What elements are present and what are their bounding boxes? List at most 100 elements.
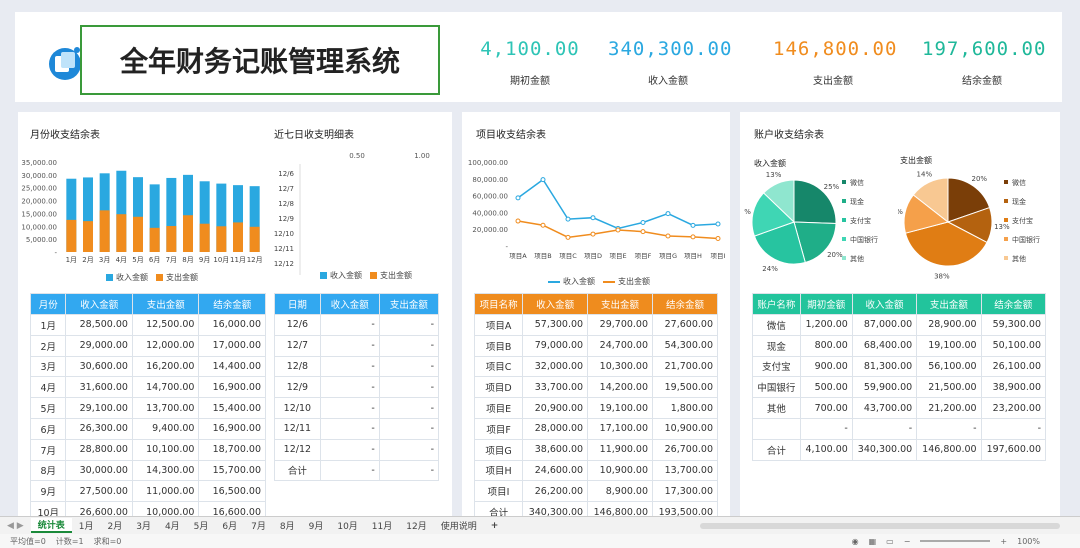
table-cell[interactable]: 57,300.00 bbox=[522, 314, 589, 336]
tab-month[interactable]: 6月 bbox=[215, 519, 244, 532]
table-cell[interactable]: - bbox=[378, 459, 440, 482]
table-cell[interactable]: 3月 bbox=[29, 355, 67, 378]
table-cell[interactable]: 68,400.00 bbox=[851, 334, 918, 357]
table-cell[interactable]: 30,600.00 bbox=[65, 355, 133, 378]
tab-month[interactable]: 12月 bbox=[399, 519, 433, 532]
table-cell[interactable]: 500.00 bbox=[799, 376, 853, 399]
table-cell[interactable]: 800.00 bbox=[799, 334, 853, 357]
table-cell[interactable]: 197,600.00 bbox=[980, 438, 1047, 461]
table-cell[interactable]: 项目E bbox=[473, 397, 524, 419]
table-cell[interactable]: 项目D bbox=[473, 376, 524, 399]
table-cell[interactable]: 27,500.00 bbox=[65, 480, 133, 503]
table-cell[interactable]: 23,200.00 bbox=[980, 397, 1047, 419]
table-cell[interactable]: 8月 bbox=[29, 459, 67, 482]
table-cell[interactable]: - bbox=[851, 417, 918, 440]
grid-view-icon[interactable]: ▦ bbox=[869, 537, 877, 546]
table-cell[interactable]: 12/11 bbox=[274, 417, 321, 440]
table-cell[interactable]: 10,100.00 bbox=[131, 438, 200, 461]
table-cell[interactable]: 12/9 bbox=[274, 376, 321, 399]
table-cell[interactable]: - bbox=[378, 417, 440, 440]
table-cell[interactable]: 12/6 bbox=[274, 314, 321, 336]
table-cell[interactable]: - bbox=[378, 355, 440, 378]
table-cell[interactable]: - bbox=[378, 314, 440, 336]
table-cell[interactable]: 合计 bbox=[274, 459, 321, 482]
table-cell[interactable]: 29,100.00 bbox=[65, 397, 133, 419]
table-cell[interactable]: 28,900.00 bbox=[916, 314, 982, 336]
table-cell[interactable]: 21,200.00 bbox=[916, 397, 982, 419]
table-cell[interactable]: 12,000.00 bbox=[131, 334, 200, 357]
table-cell[interactable]: 26,300.00 bbox=[65, 417, 133, 440]
table-cell[interactable]: 2月 bbox=[29, 334, 67, 357]
eye-icon[interactable]: ◉ bbox=[852, 537, 859, 546]
tab-month[interactable]: 7月 bbox=[244, 519, 273, 532]
table-cell[interactable]: 146,800.00 bbox=[916, 438, 982, 461]
table-cell[interactable]: 17,000.00 bbox=[198, 334, 266, 357]
table-cell[interactable]: 支付宝 bbox=[752, 355, 801, 378]
table-cell[interactable]: 1,800.00 bbox=[652, 397, 718, 419]
table-cell[interactable]: 26,100.00 bbox=[980, 355, 1047, 378]
table-cell[interactable]: - bbox=[319, 438, 380, 461]
table-cell[interactable]: 26,700.00 bbox=[652, 438, 718, 461]
table-cell[interactable]: - bbox=[319, 417, 380, 440]
table-cell[interactable]: 11,900.00 bbox=[587, 438, 654, 461]
table-cell[interactable]: - bbox=[319, 397, 380, 419]
table-cell[interactable]: 59,900.00 bbox=[851, 376, 918, 399]
table-cell[interactable]: 1,200.00 bbox=[799, 314, 853, 336]
table-cell[interactable]: 26,200.00 bbox=[522, 480, 589, 503]
table-cell[interactable]: 项目F bbox=[473, 417, 524, 440]
table-cell[interactable]: 项目C bbox=[473, 355, 524, 378]
table-cell[interactable]: - bbox=[980, 417, 1047, 440]
table-cell[interactable]: 9月 bbox=[29, 480, 67, 503]
table-cell[interactable]: 20,900.00 bbox=[522, 397, 589, 419]
table-cell[interactable]: 16,900.00 bbox=[198, 376, 266, 399]
table-cell[interactable]: - bbox=[916, 417, 982, 440]
table-cell[interactable]: 29,000.00 bbox=[65, 334, 133, 357]
tab-instructions[interactable]: 使用说明 bbox=[434, 519, 484, 532]
table-cell[interactable]: 27,600.00 bbox=[652, 314, 718, 336]
table-cell[interactable]: - bbox=[799, 417, 853, 440]
table-cell[interactable]: 21,500.00 bbox=[916, 376, 982, 399]
table-cell[interactable]: 12/8 bbox=[274, 355, 321, 378]
table-cell[interactable]: - bbox=[378, 397, 440, 419]
table-cell[interactable]: 其他 bbox=[752, 397, 801, 419]
table-cell[interactable]: 28,800.00 bbox=[65, 438, 133, 461]
table-cell[interactable]: 项目A bbox=[473, 314, 524, 336]
table-cell[interactable]: 54,300.00 bbox=[652, 334, 718, 357]
add-sheet-icon[interactable]: + bbox=[484, 521, 506, 531]
table-cell[interactable]: 56,100.00 bbox=[916, 355, 982, 378]
table-cell[interactable]: 17,300.00 bbox=[652, 480, 718, 503]
table-cell[interactable]: 33,700.00 bbox=[522, 376, 589, 399]
table-cell[interactable]: 14,200.00 bbox=[587, 376, 654, 399]
zoom-slider[interactable] bbox=[920, 540, 991, 542]
table-cell[interactable]: 43,700.00 bbox=[851, 397, 918, 419]
table-cell[interactable]: 4月 bbox=[29, 376, 67, 399]
table-cell[interactable]: 28,000.00 bbox=[522, 417, 589, 440]
page-view-icon[interactable]: ▭ bbox=[886, 537, 894, 546]
table-cell[interactable]: 59,300.00 bbox=[980, 314, 1047, 336]
table-cell[interactable]: 13,700.00 bbox=[652, 459, 718, 482]
zoom-in-icon[interactable]: + bbox=[1000, 537, 1007, 546]
table-cell[interactable]: 12/12 bbox=[274, 438, 321, 461]
table-cell[interactable]: - bbox=[378, 334, 440, 357]
table-cell[interactable]: 14,300.00 bbox=[131, 459, 200, 482]
table-cell[interactable]: 16,000.00 bbox=[198, 314, 266, 336]
table-cell[interactable]: - bbox=[319, 334, 380, 357]
table-cell[interactable]: 11,000.00 bbox=[131, 480, 200, 503]
table-cell[interactable]: 16,200.00 bbox=[131, 355, 200, 378]
table-cell[interactable]: 10,900.00 bbox=[587, 459, 654, 482]
tab-month[interactable]: 4月 bbox=[158, 519, 187, 532]
tab-month[interactable]: 5月 bbox=[187, 519, 216, 532]
table-cell[interactable] bbox=[752, 417, 801, 440]
tab-month[interactable]: 2月 bbox=[100, 519, 129, 532]
table-cell[interactable]: 38,600.00 bbox=[522, 438, 589, 461]
table-cell[interactable]: 6月 bbox=[29, 417, 67, 440]
table-cell[interactable]: 32,000.00 bbox=[522, 355, 589, 378]
table-cell[interactable]: 14,400.00 bbox=[198, 355, 266, 378]
sheet-nav[interactable]: ◀ ▶ bbox=[0, 521, 31, 531]
table-cell[interactable]: 10,900.00 bbox=[652, 417, 718, 440]
table-cell[interactable]: - bbox=[378, 438, 440, 461]
table-cell[interactable]: - bbox=[319, 376, 380, 399]
table-cell[interactable]: 项目G bbox=[473, 438, 524, 461]
tab-active[interactable]: 统计表 bbox=[30, 518, 72, 533]
table-cell[interactable]: 16,500.00 bbox=[198, 480, 266, 503]
